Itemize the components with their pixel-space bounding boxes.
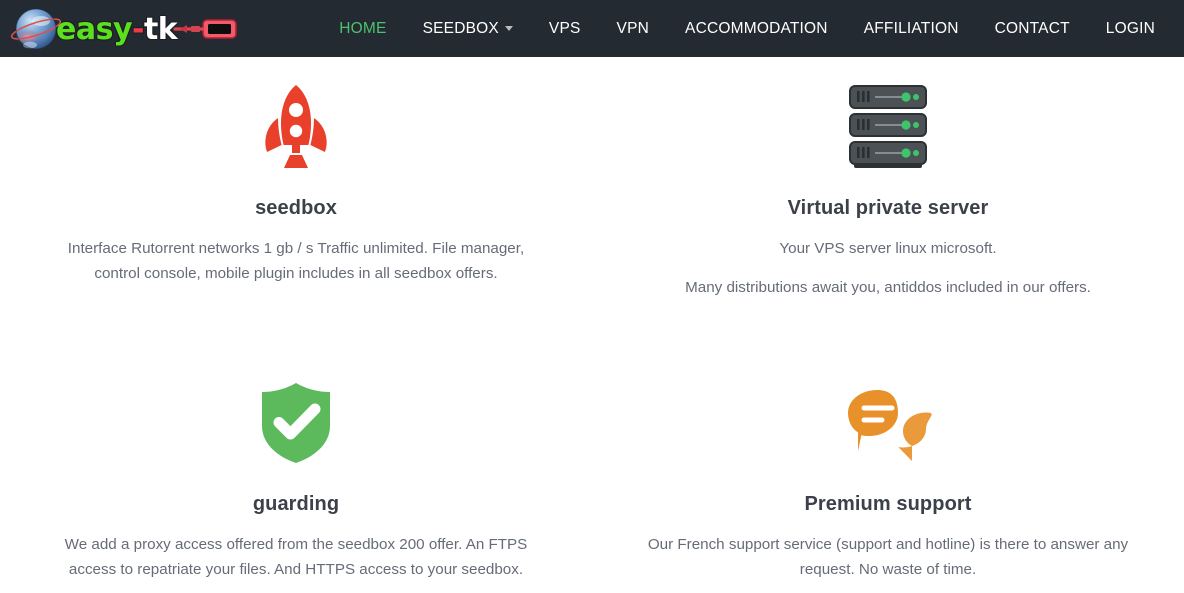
nav-item-login[interactable]: LOGIN [1088, 0, 1173, 57]
feature-title-vps: Virtual private server [787, 197, 989, 219]
brand-text-easy: easy [56, 11, 133, 47]
rocket-icon [265, 85, 327, 168]
feature-desc-vps-2: Many distributions await you, antiddos i… [685, 278, 1091, 296]
feature-icon-wrap-vps [838, 75, 938, 179]
nav-item-accommodation[interactable]: ACCOMMODATION [667, 0, 846, 57]
globe-planet-icon [10, 7, 62, 50]
feature-card-vps: Virtual private server Your VPS server l… [592, 57, 1184, 353]
features-grid: seedbox Interface Rutorrent networks 1 g… [0, 57, 1184, 593]
feature-desc-support-1: Our French support service (support and … [647, 536, 1129, 578]
nav-link-accommodation[interactable]: ACCOMMODATION [667, 0, 846, 57]
feature-desc-seedbox-1: Interface Rutorrent networks 1 gb / s Tr… [67, 240, 525, 282]
feature-card-support: Premium support Our French support servi… [592, 353, 1184, 593]
nav-item-vpn[interactable]: VPN [599, 0, 667, 57]
feature-card-guarding: guarding We add a proxy access offered f… [0, 353, 592, 593]
nav-link-seedbox[interactable]: SEEDBOX [405, 0, 531, 57]
nav-item-home[interactable]: HOME [321, 0, 404, 57]
nav-link-contact[interactable]: CONTACT [977, 0, 1088, 57]
feature-icon-wrap-guarding [250, 371, 342, 475]
server-rack-icon [849, 85, 927, 168]
feature-title-seedbox: seedbox [255, 197, 337, 219]
brand-logo[interactable]: easy - tk [10, 0, 239, 57]
brand-wordmark: easy - tk [56, 11, 178, 47]
nav-link-vps[interactable]: VPS [531, 0, 599, 57]
nav-item-signup[interactable]: SIGN UP [1173, 0, 1184, 57]
feature-title-support: Premium support [804, 493, 972, 515]
brand-text-dash: - [132, 11, 144, 47]
nav-item-vps[interactable]: VPS [531, 0, 599, 57]
nav-item-contact[interactable]: CONTACT [977, 0, 1088, 57]
nav-link-home[interactable]: HOME [321, 0, 404, 57]
feature-title-guarding: guarding [252, 493, 340, 515]
nav-link-seedbox-label: SEEDBOX [422, 20, 499, 37]
nav-link-login[interactable]: LOGIN [1088, 0, 1173, 57]
nav-link-affiliation[interactable]: AFFILIATION [846, 0, 977, 57]
feature-icon-wrap-support [838, 371, 938, 475]
feature-desc-guarding-1: We add a proxy access offered from the s… [64, 536, 528, 578]
chat-bubbles-icon [848, 390, 932, 461]
usb-plug-icon [173, 18, 238, 39]
nav-links-list: HOME SEEDBOX VPS VPN ACCOMMODATION AFFIL… [321, 0, 1184, 57]
feature-card-seedbox: seedbox Interface Rutorrent networks 1 g… [0, 57, 592, 353]
nav-item-seedbox[interactable]: SEEDBOX [405, 0, 531, 57]
brand-text-tk: tk [143, 11, 178, 47]
chevron-down-icon [504, 26, 513, 31]
feature-icon-wrap-seedbox [248, 75, 344, 179]
main-navbar: easy - tk HOME SEEDBOX VPS VPN ACCOMMODATI… [0, 0, 1184, 57]
shield-check-icon [262, 383, 330, 463]
feature-desc-vps-1: Your VPS server linux microsoft. [779, 240, 997, 257]
nav-item-affiliation[interactable]: AFFILIATION [846, 0, 977, 57]
nav-link-vpn[interactable]: VPN [599, 0, 667, 57]
